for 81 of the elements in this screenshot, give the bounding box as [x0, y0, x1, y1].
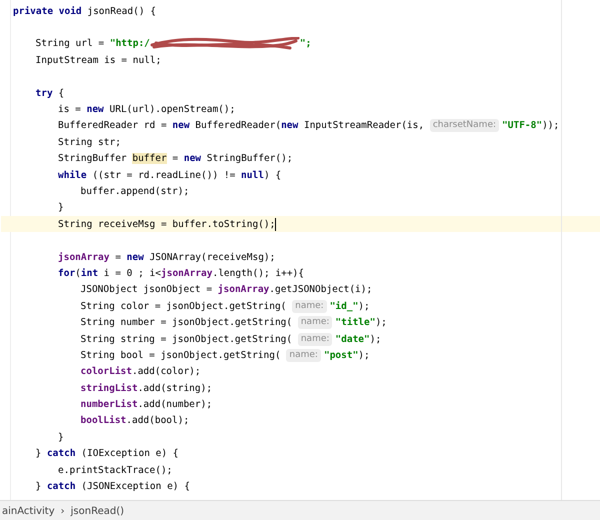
code-text: String string = jsonObject.getString( — [80, 334, 294, 344]
code-text: URL(url).openStream(); — [108, 104, 236, 116]
code-text: (IOException e) { — [80, 448, 179, 460]
keyword-text: new — [86, 104, 104, 116]
code-text: JSONObject jsonObject = — [80, 284, 214, 296]
keyword-text: while — [58, 170, 87, 181]
code-text: = — [171, 153, 180, 164]
code-text: } — [58, 432, 64, 443]
highlighted-text: buffer — [132, 153, 167, 164]
code-text: .add(string); — [138, 382, 212, 394]
code-text: .getJSONObject(i); — [269, 284, 372, 296]
code-text: e.printStackTrace(); — [58, 464, 172, 476]
breadcrumb-item[interactable]: › — [60, 506, 65, 516]
code-text: ); — [375, 317, 387, 328]
keyword-text: new — [172, 120, 190, 132]
keyword-text: null — [241, 170, 264, 181]
code-text: .length(); i++){ — [212, 268, 304, 279]
field-name: numberList — [80, 399, 138, 410]
code-text: BufferedReader( — [194, 120, 282, 132]
code-text: String str; — [58, 136, 121, 148]
string-literal: "http:/ — [110, 38, 150, 50]
field-name: stringList — [80, 382, 138, 394]
code-text: InputStream is = null; — [36, 54, 162, 66]
code-text: BufferedReader rd = — [58, 120, 168, 132]
code-text: } — [36, 481, 42, 492]
parameter-hint: charsetName: — [430, 119, 500, 132]
parameter-hint: name: — [286, 348, 321, 362]
code-text: String url = — [36, 38, 106, 50]
code-text: .add(color); — [132, 366, 201, 378]
code-text: } — [58, 202, 64, 214]
string-literal: "post" — [324, 350, 358, 361]
code-text: StringBuffer(); — [206, 153, 293, 164]
parameter-hint: name: — [292, 300, 327, 313]
code-text: = — [114, 252, 122, 263]
keyword-text: for — [58, 268, 76, 279]
code-text: ) { — [264, 170, 282, 181]
field-name: boolList — [80, 415, 126, 426]
text-cursor — [275, 218, 276, 231]
keyword-text: catch — [46, 448, 76, 460]
keyword-text: try — [36, 88, 53, 99]
parameter-hint: name: — [298, 316, 332, 330]
code-text: ); — [370, 334, 382, 344]
code-text: String bool = jsonObject.getString( — [80, 350, 282, 361]
string-literal: "date" — [335, 334, 370, 344]
code-text: )); — [542, 120, 560, 132]
string-literal: "title" — [335, 317, 376, 328]
breadcrumb-item[interactable]: jsonRead() — [70, 506, 124, 516]
keyword-text: catch — [46, 481, 76, 492]
keyword-text: new — [126, 252, 144, 263]
code-text: buffer.append(str); — [80, 186, 190, 197]
code-text: is = — [58, 104, 82, 116]
keyword-text: int — [80, 268, 98, 279]
keyword-text: new — [184, 153, 202, 164]
string-literal: "; — [300, 38, 312, 50]
code-text: ); — [358, 350, 370, 361]
code-text: InputStreamReader(is, — [302, 120, 426, 132]
code-text: JSONArray(receiveMsg); — [148, 252, 276, 263]
code-text: } — [36, 448, 42, 460]
field-name: jsonArray — [218, 284, 270, 296]
code-text: ((str = rd.readLine()) != — [91, 170, 236, 181]
keyword-text: new — [281, 120, 298, 132]
code-text: String receiveMsg = buffer.toString(); — [58, 218, 276, 230]
code-text: jsonRead() { — [86, 6, 156, 17]
string-literal: "UTF-8" — [502, 120, 542, 132]
code-text: ); — [358, 300, 370, 312]
code-text: { — [57, 88, 64, 99]
breadcrumb-item[interactable]: ainActivity — [2, 506, 55, 516]
code-text: .add(number); — [138, 399, 212, 410]
code-text: StringBuffer — [58, 153, 128, 164]
string-literal: "id_" — [330, 300, 358, 312]
code-text: i = 0 ; i< — [102, 268, 161, 279]
keyword-text: private void — [13, 6, 82, 17]
code-text: .add(bool); — [126, 415, 190, 426]
code-text: (JSONException e) { — [80, 481, 190, 492]
field-name: jsonArray — [161, 268, 212, 279]
code-text: ( — [75, 268, 81, 279]
code-text: String color = jsonObject.getString( — [80, 300, 288, 312]
code-text: String number = jsonObject.getString( — [80, 317, 294, 328]
parameter-hint: name: — [298, 332, 332, 346]
field-name: colorList — [80, 366, 132, 378]
field-name: jsonArray — [58, 252, 110, 263]
